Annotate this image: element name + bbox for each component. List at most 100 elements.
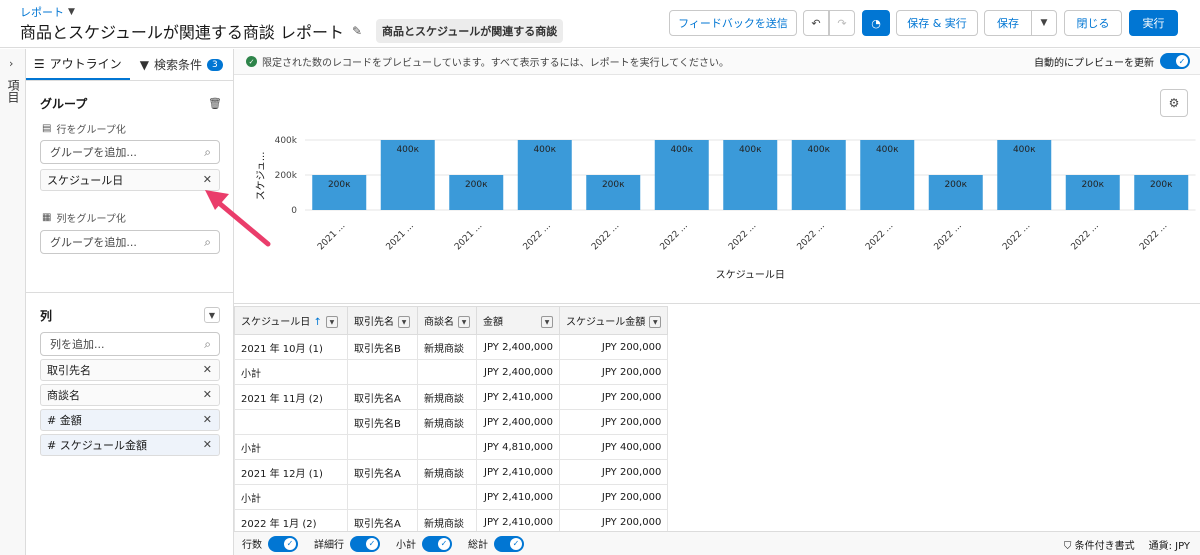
table-cell[interactable]: JPY 2,410,000: [476, 384, 560, 410]
table-cell[interactable]: JPY 2,410,000: [476, 459, 560, 485]
columns-search-input[interactable]: 列を追加... ⌕: [40, 332, 220, 356]
save-run-button[interactable]: 保存 & 実行: [896, 10, 978, 36]
table-cell[interactable]: JPY 200,000: [558, 334, 669, 360]
column-header[interactable]: 商談名 ▼: [417, 306, 477, 335]
column-menu-chevron-icon[interactable]: ▼: [541, 316, 553, 328]
table-cell[interactable]: [417, 484, 477, 510]
table-cell[interactable]: JPY 2,400,000: [476, 409, 560, 435]
fields-rail-label[interactable]: 項目: [4, 79, 22, 103]
bar-chart[interactable]: 400k 200k 0 スケジュ... 200к 2021 ... 400к 2021 ...…: [234, 76, 1200, 304]
table-cell[interactable]: [347, 484, 418, 510]
remove-icon[interactable]: ✕: [203, 363, 212, 376]
sort-asc-icon[interactable]: ↑: [314, 317, 322, 328]
group-rows-search-input[interactable]: グループを追加... ⌕: [40, 140, 220, 164]
redo-icon[interactable]: ↷: [829, 10, 855, 36]
column-menu-chevron-icon[interactable]: ▼: [325, 316, 338, 328]
bar-value-label: 200к: [944, 180, 967, 190]
table-cell[interactable]: JPY 2,400,000: [476, 334, 560, 360]
table-cell[interactable]: JPY 200,000: [558, 459, 669, 485]
table-cell[interactable]: 新規商談: [417, 334, 477, 360]
chart-toggle-icon[interactable]: ◔: [862, 10, 890, 36]
conditional-format-button[interactable]: ⛉ 条件付き書式: [1064, 537, 1135, 552]
save-button[interactable]: 保存: [984, 10, 1032, 36]
breadcrumb-label[interactable]: レポート: [20, 4, 64, 20]
table-cell[interactable]: 2021 年 11月 (2): [234, 384, 348, 410]
remove-icon[interactable]: ✕: [203, 173, 212, 186]
edit-pencil-icon[interactable]: ✎: [352, 24, 362, 38]
table-cell[interactable]: JPY 200,000: [558, 484, 669, 510]
table-cell[interactable]: [417, 434, 477, 460]
column-menu-chevron-icon[interactable]: ▼: [458, 316, 470, 328]
table-cell[interactable]: [234, 409, 348, 435]
table-cell[interactable]: JPY 200,000: [558, 359, 669, 385]
remove-icon[interactable]: ✕: [203, 388, 212, 401]
save-menu-chevron-icon[interactable]: ▼: [1031, 10, 1057, 36]
trash-icon[interactable]: 🗑: [208, 97, 222, 110]
table-cell[interactable]: 小計: [234, 359, 348, 385]
footer-right: ⛉ 条件付き書式 通貨: JPY: [1064, 537, 1190, 552]
table-cell[interactable]: 小計: [234, 484, 348, 510]
undo-icon[interactable]: ↶: [803, 10, 829, 36]
group-cols-label: 列をグループ化: [56, 214, 126, 225]
chart-settings-gear-icon[interactable]: ⚙: [1160, 89, 1188, 117]
column-item[interactable]: # スケジュール金額 ✕: [40, 434, 220, 456]
grand-total-toggle[interactable]: ✓: [494, 535, 524, 552]
check-icon: ✓: [284, 537, 296, 550]
remove-icon[interactable]: ✕: [203, 413, 212, 426]
subtotal-label: 小計: [396, 540, 416, 551]
group-cols-search-input[interactable]: グループを追加... ⌕: [40, 230, 220, 254]
y-tick-label: 400k: [275, 136, 298, 146]
table-cell[interactable]: 新規商談: [417, 384, 477, 410]
table-cell[interactable]: JPY 200,000: [558, 384, 669, 410]
column-header[interactable]: 金額 ▼: [476, 306, 560, 335]
tab-filters[interactable]: ▼ 検索条件 3: [130, 49, 234, 80]
table-cell[interactable]: JPY 2,410,000: [476, 484, 560, 510]
table-cell[interactable]: 取引先名B: [347, 409, 418, 435]
table-cell[interactable]: JPY 2,400,000: [476, 359, 560, 385]
fields-rail[interactable]: › 項目: [0, 49, 26, 555]
subtotal-toggle[interactable]: ✓: [422, 535, 452, 552]
tab-outline[interactable]: ☰ アウトライン: [26, 49, 130, 80]
column-menu-chevron-icon[interactable]: ▼: [649, 316, 662, 328]
row-count-toggle[interactable]: ✓: [268, 535, 298, 552]
table-cell[interactable]: 取引先名A: [347, 459, 418, 485]
close-button[interactable]: 閉じる: [1064, 10, 1122, 36]
bar-value-label: 400к: [807, 145, 830, 155]
column-menu-chevron-icon[interactable]: ▼: [398, 316, 410, 328]
column-header[interactable]: 取引先名 ▼: [347, 306, 418, 335]
detail-rows-toggle[interactable]: ✓: [350, 535, 380, 552]
remove-icon[interactable]: ✕: [203, 438, 212, 451]
column-item[interactable]: 取引先名 ✕: [40, 359, 220, 381]
feedback-button[interactable]: フィードバックを送信: [669, 10, 797, 36]
table-cell[interactable]: 2021 年 12月 (1): [234, 459, 348, 485]
table-cell[interactable]: JPY 200,000: [558, 409, 669, 435]
check-icon: ✓: [510, 537, 522, 550]
run-button[interactable]: 実行: [1129, 10, 1178, 36]
table-cell[interactable]: 取引先名B: [347, 334, 418, 360]
table-cell[interactable]: JPY 400,000: [558, 434, 669, 460]
table-cell[interactable]: 新規商談: [417, 409, 477, 435]
table-cell[interactable]: 2021 年 10月 (1): [234, 334, 348, 360]
table-cell[interactable]: [347, 359, 418, 385]
chevron-down-icon[interactable]: ▼: [68, 7, 75, 17]
currency-selector[interactable]: 通貨: JPY: [1149, 537, 1190, 552]
table-cell[interactable]: JPY 4,810,000: [476, 434, 560, 460]
table-cell[interactable]: [347, 434, 418, 460]
table-cell[interactable]: 小計: [234, 434, 348, 460]
breadcrumb[interactable]: レポート ▼: [20, 4, 75, 20]
column-header-label: スケジュール日: [241, 317, 311, 328]
auto-refresh-toggle[interactable]: ✓: [1160, 53, 1190, 69]
table-row: 2021 年 12月 (1) 取引先名A 新規商談 JPY 2,410,000 JPY …: [234, 459, 669, 485]
columns-menu-chevron-icon[interactable]: ▼: [204, 307, 220, 323]
table-cell[interactable]: 取引先名A: [347, 384, 418, 410]
page-title-row: 商品とスケジュールが関連する商談 レポート ✎ 商品とスケジュールが関連する商談: [20, 19, 564, 43]
grand-total-label: 総計: [468, 540, 488, 551]
row-group-item[interactable]: スケジュール日 ✕: [40, 169, 220, 191]
column-item[interactable]: 商談名 ✕: [40, 384, 220, 406]
column-header[interactable]: スケジュール金額 ▼: [558, 306, 669, 335]
table-cell[interactable]: [417, 359, 477, 385]
column-item[interactable]: # 金額 ✕: [40, 409, 220, 431]
column-header[interactable]: スケジュール日 ↑ ▼: [234, 306, 348, 335]
table-cell[interactable]: 新規商談: [417, 459, 477, 485]
chevron-right-icon[interactable]: ›: [9, 57, 13, 70]
